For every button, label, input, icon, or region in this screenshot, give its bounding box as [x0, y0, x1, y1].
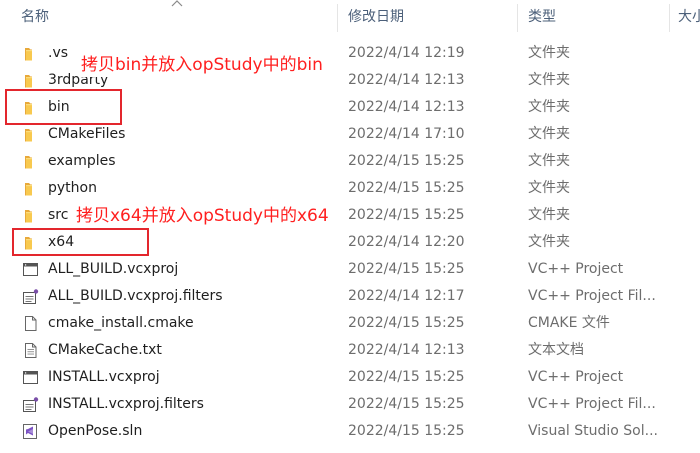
- file-modified-date: 2022/4/15 15:25: [348, 315, 465, 331]
- file-type: VC++ Project: [528, 261, 624, 277]
- file-modified-date: 2022/4/14 12:17: [348, 288, 465, 304]
- file-row[interactable]: INSTALL.vcxproj.filters 2022/4/15 15:25 VC…: [0, 391, 700, 418]
- file-row[interactable]: OpenPose.sln 2022/4/15 15:25 Visual Studio…: [0, 418, 700, 445]
- column-header-type[interactable]: 类型: [518, 0, 670, 36]
- file-name[interactable]: OpenPose.sln: [48, 418, 142, 445]
- file-name[interactable]: .vs: [48, 40, 68, 67]
- file-type: 文件夹: [528, 99, 570, 115]
- file-modified-date: 2022/4/15 15:25: [348, 423, 465, 439]
- annotation-box-x64: [12, 228, 149, 256]
- file-type: Visual Studio Sol...: [528, 423, 658, 439]
- file-type: 文件夹: [528, 153, 570, 169]
- file-type: VC++ Project: [528, 369, 624, 385]
- file-modified-date: 2022/4/15 15:25: [348, 207, 465, 223]
- file-name[interactable]: ALL_BUILD.vcxproj.filters: [48, 283, 223, 310]
- vcxproj-icon: [22, 369, 40, 386]
- file-type: 文件夹: [528, 45, 570, 61]
- file-modified-date: 2022/4/15 15:25: [348, 369, 465, 385]
- file-modified-date: 2022/4/15 15:25: [348, 153, 465, 169]
- annotation-text-x64: 拷贝x64并放入opStudy中的x64: [75, 204, 330, 228]
- file-name[interactable]: INSTALL.vcxproj: [48, 364, 160, 391]
- file-type: 文件夹: [528, 180, 570, 196]
- file-row[interactable]: examples 2022/4/15 15:25 文件夹: [0, 148, 700, 175]
- visual-studio-icon: [22, 423, 40, 440]
- file-name[interactable]: CMakeCache.txt: [48, 337, 162, 364]
- file-modified-date: 2022/4/15 15:25: [348, 396, 465, 412]
- column-header-date[interactable]: 修改日期: [338, 0, 518, 36]
- file-row[interactable]: python 2022/4/15 15:25 文件夹: [0, 175, 700, 202]
- file-name[interactable]: ALL_BUILD.vcxproj: [48, 256, 178, 283]
- file-modified-date: 2022/4/15 15:25: [348, 180, 465, 196]
- file-type: 文本文档: [528, 342, 584, 358]
- file-modified-date: 2022/4/14 17:10: [348, 126, 465, 142]
- vcxproj-filters-icon: [22, 396, 40, 413]
- file-type: 文件夹: [528, 234, 570, 250]
- file-name[interactable]: CMakeFiles: [48, 121, 125, 148]
- vcxproj-filters-icon: [22, 288, 40, 305]
- file-name[interactable]: python: [48, 175, 97, 202]
- column-header-bar: 名称 修改日期 类型 大小: [0, 0, 700, 36]
- file-name[interactable]: examples: [48, 148, 116, 175]
- file-name[interactable]: INSTALL.vcxproj.filters: [48, 391, 204, 418]
- file-modified-date: 2022/4/14 12:20: [348, 234, 465, 250]
- file-type: 文件夹: [528, 126, 570, 142]
- file-row[interactable]: CMakeCache.txt 2022/4/14 12:13 文本文档: [0, 337, 700, 364]
- file-modified-date: 2022/4/14 12:13: [348, 72, 465, 88]
- annotation-box-bin: [5, 89, 122, 125]
- file-row[interactable]: ALL_BUILD.vcxproj 2022/4/15 15:25 VC++ Pro…: [0, 256, 700, 283]
- text-file-icon: [22, 342, 40, 359]
- file-modified-date: 2022/4/14 12:13: [348, 342, 465, 358]
- file-icon: [22, 315, 40, 332]
- vcxproj-icon: [22, 261, 40, 278]
- folder-icon: [22, 180, 40, 197]
- folder-icon: [22, 45, 40, 62]
- file-row[interactable]: cmake_install.cmake 2022/4/15 15:25 CMAKE …: [0, 310, 700, 337]
- folder-icon: [22, 207, 40, 224]
- file-explorer: 名称 修改日期 类型 大小 .vs 2022/4/14 12:19 文件夹 3rdpa…: [0, 0, 700, 453]
- folder-icon: [22, 72, 40, 89]
- file-row[interactable]: INSTALL.vcxproj 2022/4/15 15:25 VC++ Proje…: [0, 364, 700, 391]
- file-name[interactable]: src: [48, 202, 68, 229]
- file-type: VC++ Project Fil...: [528, 288, 656, 304]
- column-header-size[interactable]: 大小: [670, 0, 700, 36]
- folder-icon: [22, 153, 40, 170]
- file-modified-date: 2022/4/14 12:19: [348, 45, 465, 61]
- annotation-text-bin: 拷贝bin并放入opStudy中的bin: [80, 53, 324, 77]
- file-type: 文件夹: [528, 72, 570, 88]
- file-modified-date: 2022/4/15 15:25: [348, 261, 465, 277]
- file-type: CMAKE 文件: [528, 315, 610, 331]
- file-name[interactable]: cmake_install.cmake: [48, 310, 194, 337]
- column-header-name[interactable]: 名称: [0, 0, 338, 36]
- folder-icon: [22, 126, 40, 143]
- file-type: VC++ Project Fil...: [528, 396, 656, 412]
- file-row[interactable]: CMakeFiles 2022/4/14 17:10 文件夹: [0, 121, 700, 148]
- file-row[interactable]: ALL_BUILD.vcxproj.filters 2022/4/14 12:17…: [0, 283, 700, 310]
- file-type: 文件夹: [528, 207, 570, 223]
- file-modified-date: 2022/4/14 12:13: [348, 99, 465, 115]
